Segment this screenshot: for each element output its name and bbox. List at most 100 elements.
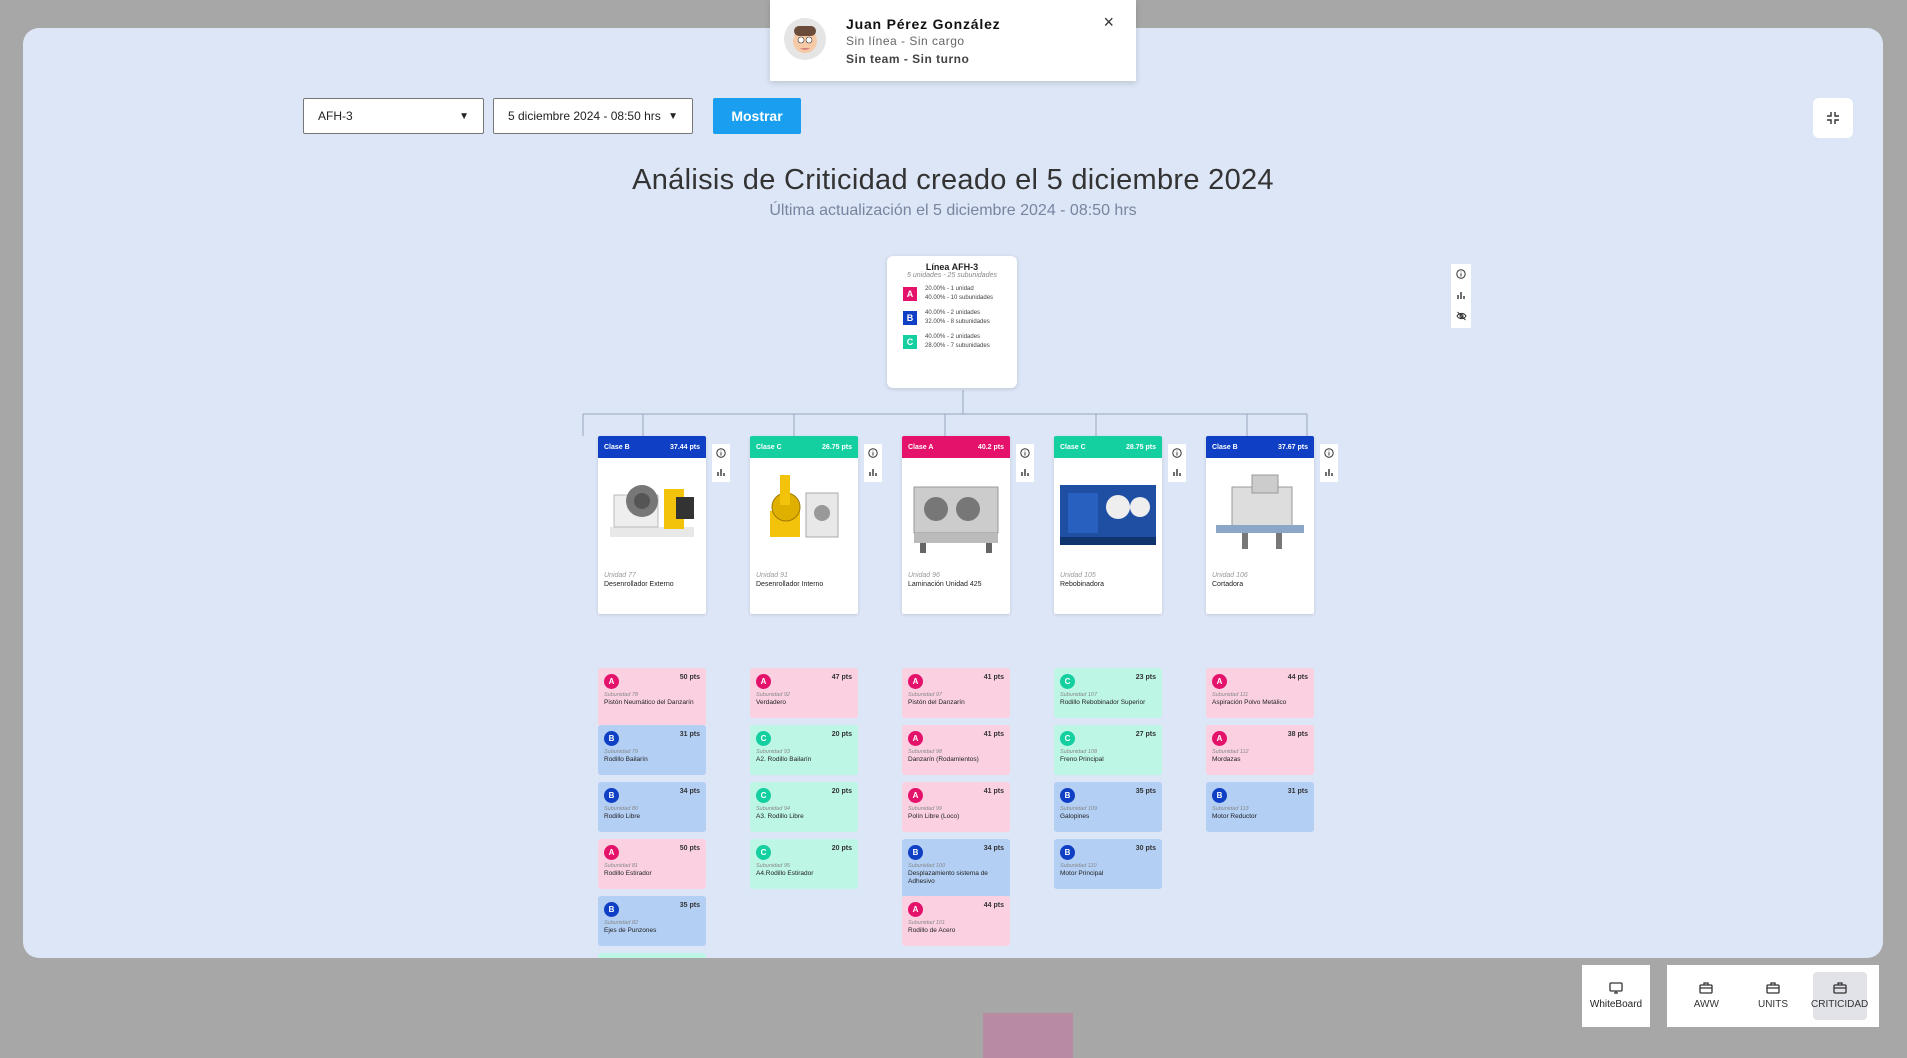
bottom-nav: AWW UNITS CRITICIDAD: [1667, 965, 1879, 1027]
subunit-card[interactable]: B 31 pts Subunidad 113 Motor Reductor: [1206, 782, 1314, 832]
subunit-card[interactable]: C 27 pts Subunidad 108 Freno Principal: [1054, 725, 1162, 775]
subunit-card[interactable]: B 34 pts Subunidad 100 Desplazamiento siste…: [902, 839, 1010, 897]
subunit-points: 34 pts: [679, 788, 700, 795]
subunit-number: Subunidad 80: [604, 806, 638, 812]
info-icon[interactable]: [868, 445, 878, 463]
root-class-stats: 20.00% - 1 unidad 40.00% - 10 subunidades: [925, 285, 993, 303]
unit-header: Clase B 37.67 pts: [1206, 436, 1314, 458]
unit-header: Clase B 37.44 pts: [598, 436, 706, 458]
info-icon[interactable]: [1324, 445, 1334, 463]
unit-toolbar: [1168, 444, 1186, 482]
subunit-number: Subunidad 82: [604, 920, 638, 926]
unit-points: 37.44 pts: [670, 443, 700, 451]
unit-name: Desenrollador Interno: [756, 581, 824, 588]
unit-class: Clase A: [908, 443, 934, 451]
subunit-name: A3. Rodillo Libre: [756, 813, 804, 820]
subunit-name: Rodillo Libre: [604, 813, 641, 820]
subunit-points: 30 pts: [1135, 845, 1156, 852]
subunit-name: Aspiración Polvo Metálico: [1212, 699, 1287, 706]
unit-toolbar: [1016, 444, 1034, 482]
subunit-card[interactable]: A 41 pts Subunidad 98 Danzarín (Rodamientos…: [902, 725, 1010, 775]
subunit-card[interactable]: B 35 pts Subunidad 109 Galopines: [1054, 782, 1162, 832]
close-icon[interactable]: ×: [1103, 12, 1114, 33]
bar-chart-icon[interactable]: [1456, 287, 1466, 305]
subunit-card[interactable]: C 20 pts Subunidad 93 A2. Rodillo Bailarín: [750, 725, 858, 775]
machine-image: [1054, 458, 1162, 566]
class-badge: C: [1060, 674, 1075, 689]
subunit-number: Subunidad 112: [1212, 749, 1249, 755]
info-icon[interactable]: [1456, 266, 1466, 284]
unit-toolbar: [864, 444, 882, 482]
unit-name: Desenrollador Externo: [604, 581, 674, 588]
subunit-card[interactable]: A 50 pts Subunidad 78 Pistón Neumático del …: [598, 668, 706, 726]
class-badge: C: [756, 788, 771, 803]
subunit-card[interactable]: B 31 pts Subunidad 79 Rodillo Bailarín: [598, 725, 706, 775]
floating-widget[interactable]: [983, 1013, 1073, 1058]
unit-toolbar: [1320, 444, 1338, 482]
unit-card[interactable]: Clase A 40.2 pts Unidad 96 Laminación Unida…: [902, 436, 1010, 614]
whiteboard-icon: [1609, 982, 1623, 994]
subunit-points: 31 pts: [679, 731, 700, 738]
unit-card[interactable]: Clase C 26.75 pts Unidad 91 Desenrollador I…: [750, 436, 858, 614]
subunit-name: Freno Principal: [1060, 756, 1104, 763]
eye-off-icon[interactable]: [1455, 308, 1467, 326]
subunit-points: 35 pts: [1135, 788, 1156, 795]
subunit-card[interactable]: C27 pts: [598, 953, 706, 958]
units-stat: 40.00% - 2 unidades: [925, 334, 981, 340]
subunit-number: Subunidad 79: [604, 749, 638, 755]
unit-points: 37.67 pts: [1278, 443, 1308, 451]
unit-card[interactable]: Clase B 37.44 pts Unidad 77 Desenrollador E…: [598, 436, 706, 614]
subunit-card[interactable]: A 44 pts Subunidad 111 Aspiración Polvo Met…: [1206, 668, 1314, 718]
subunit-card[interactable]: B 34 pts Subunidad 80 Rodillo Libre: [598, 782, 706, 832]
class-badge: B: [1212, 788, 1227, 803]
subunit-card[interactable]: A 47 pts Subunidad 92 Verdadero: [750, 668, 858, 718]
unit-card[interactable]: Clase B 37.67 pts Unidad 106 Cortadora: [1206, 436, 1314, 614]
subunit-points: 20 pts: [831, 731, 852, 738]
unit-name: Cortadora: [1212, 581, 1244, 588]
unit-card[interactable]: Clase C 28.75 pts Unidad 105 Rebobinadora: [1054, 436, 1162, 614]
nav-criticidad-label: CRITICIDAD: [1811, 999, 1869, 1010]
subunit-card[interactable]: A 44 pts Subunidad 101 Rodillo de Acero: [902, 896, 1010, 946]
bar-chart-icon[interactable]: [1172, 464, 1182, 482]
user-name: Juan Pérez González: [846, 16, 1001, 32]
nav-aww[interactable]: AWW: [1679, 972, 1733, 1020]
class-badge: A: [1212, 674, 1227, 689]
subunit-name: Verdadero: [756, 699, 786, 706]
subunit-name: Motor Reductor: [1212, 813, 1257, 820]
subunit-number: Subunidad 107: [1060, 692, 1098, 698]
info-icon[interactable]: [716, 445, 726, 463]
user-line-cargo: Sin línea - Sin cargo: [846, 34, 965, 48]
nav-whiteboard[interactable]: WhiteBoard: [1582, 965, 1650, 1027]
bar-chart-icon[interactable]: [716, 464, 726, 482]
subunit-card[interactable]: A 38 pts Subunidad 112 Mordazas: [1206, 725, 1314, 775]
subunit-card[interactable]: B 35 pts Subunidad 82 Ejes de Punzones: [598, 896, 706, 946]
bar-chart-icon[interactable]: [1324, 464, 1334, 482]
machine-image: [750, 458, 858, 566]
nav-criticidad[interactable]: CRITICIDAD: [1811, 972, 1869, 1020]
subunit-number: Subunidad 109: [1060, 806, 1098, 812]
subunit-number: Subunidad 78: [604, 692, 638, 698]
subunit-name: Rodillo de Acero: [908, 927, 956, 934]
root-summary: 5 unidades - 25 subunidades: [907, 272, 997, 279]
subunit-card[interactable]: C 23 pts Subunidad 107 Rodillo Rebobinador …: [1054, 668, 1162, 718]
line-root-card[interactable]: Línea AFH-3 5 unidades - 25 subunidades …: [887, 256, 1017, 388]
subunit-points: 41 pts: [983, 731, 1004, 738]
subunit-card[interactable]: C 20 pts Subunidad 94 A3. Rodillo Libre: [750, 782, 858, 832]
subunit-card[interactable]: A 41 pts Subunidad 99 Polín Libre (Loco): [902, 782, 1010, 832]
info-icon[interactable]: [1020, 445, 1030, 463]
subunit-number: Subunidad 97: [908, 692, 942, 698]
subunit-card[interactable]: C 20 pts Subunidad 95 A4.Rodillo Estirador: [750, 839, 858, 889]
class-badge: B: [604, 731, 619, 746]
bar-chart-icon[interactable]: [868, 464, 878, 482]
subunit-card[interactable]: B 30 pts Subunidad 110 Motor Principal: [1054, 839, 1162, 889]
user-card: Juan Pérez González Sin línea - Sin carg…: [770, 0, 1136, 81]
subunit-card[interactable]: A 50 pts Subunidad 81 Rodillo Estirador: [598, 839, 706, 889]
class-badge: B: [1060, 845, 1075, 860]
nav-units[interactable]: UNITS: [1746, 972, 1800, 1020]
info-icon[interactable]: [1172, 445, 1182, 463]
subunit-name: Rodillo Rebobinador Superior: [1060, 699, 1146, 706]
subunit-number: Subunidad 111: [1212, 692, 1249, 698]
bar-chart-icon[interactable]: [1020, 464, 1030, 482]
subunit-card[interactable]: A 41 pts Subunidad 97 Pistón del Danzarín: [902, 668, 1010, 718]
unit-points: 40.2 pts: [977, 443, 1004, 451]
